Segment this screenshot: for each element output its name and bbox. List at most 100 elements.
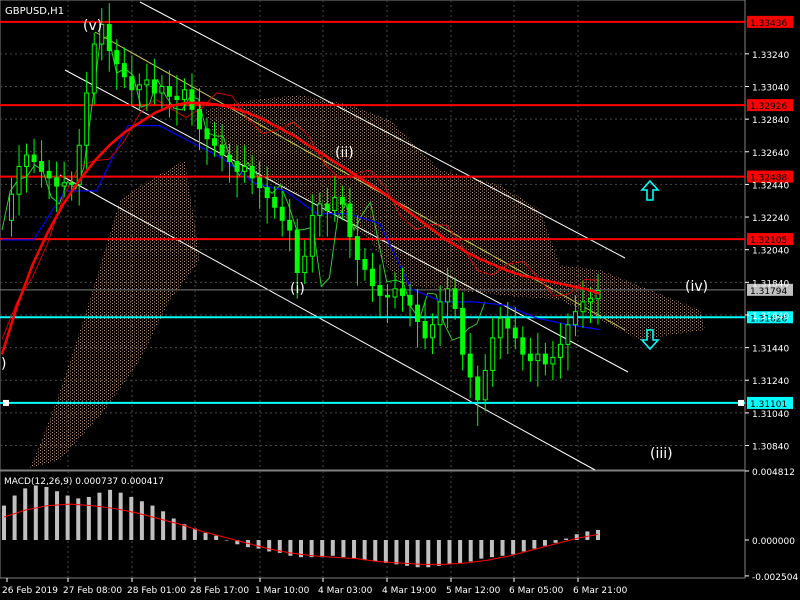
candle-body-65 bbox=[490, 337, 496, 371]
macd-bar-4 bbox=[44, 486, 49, 540]
wave-label-ii: (ii) bbox=[335, 145, 354, 161]
macd-bar-15 bbox=[161, 511, 166, 540]
macd-bar-50 bbox=[532, 539, 537, 549]
price-tick-label-4: 1.32440 bbox=[752, 181, 789, 191]
time-label-9: 6 Mar 21:00 bbox=[573, 586, 628, 596]
candle-body-38 bbox=[287, 219, 293, 231]
macd-bar-32 bbox=[341, 539, 346, 558]
candle-body-61 bbox=[460, 307, 466, 355]
time-label-6: 4 Mar 19:00 bbox=[382, 586, 437, 596]
price-tick-label-9: 1.31440 bbox=[752, 345, 789, 355]
level-label-3: 1.32105 bbox=[750, 236, 787, 246]
macd-bar-24 bbox=[256, 539, 261, 549]
macd-bar-49 bbox=[521, 539, 526, 552]
candle-body-57 bbox=[430, 324, 436, 339]
macd-tick-label-1: 0.000000 bbox=[752, 537, 795, 547]
macd-bar-42 bbox=[447, 539, 452, 565]
macd-bar-13 bbox=[139, 501, 144, 540]
candle-body-56 bbox=[422, 320, 428, 339]
candle-body-45 bbox=[339, 196, 345, 205]
macd-bar-47 bbox=[500, 539, 505, 556]
chart-canvas[interactable]: 1.334361.329261.324881.321051.317941.316… bbox=[0, 0, 800, 600]
candle-body-16 bbox=[121, 63, 127, 78]
time-label-4: 1 Mar 10:00 bbox=[255, 586, 310, 596]
candle-body-77 bbox=[580, 301, 586, 313]
macd-bar-1 bbox=[12, 495, 17, 540]
macd-bar-25 bbox=[267, 539, 272, 552]
macd-bar-40 bbox=[426, 539, 431, 568]
price-tick-label-11: 1.31040 bbox=[752, 410, 789, 420]
macd-bar-45 bbox=[479, 539, 484, 559]
macd-bar-52 bbox=[553, 539, 558, 543]
candle-body-15 bbox=[114, 50, 120, 65]
candle-body-20 bbox=[151, 79, 157, 94]
candle-body-14 bbox=[106, 23, 112, 52]
candle-body-29 bbox=[219, 144, 225, 156]
macd-bar-19 bbox=[203, 532, 208, 540]
candle-body-51 bbox=[384, 294, 390, 298]
price-tick-label-2: 1.32840 bbox=[752, 116, 789, 126]
candle-body-25 bbox=[189, 89, 195, 110]
candle-body-5 bbox=[39, 161, 45, 172]
macd-bar-48 bbox=[511, 539, 516, 555]
candle-body-33 bbox=[249, 165, 255, 179]
candle-body-6 bbox=[46, 170, 52, 179]
time-label-2: 28 Feb 01:00 bbox=[127, 586, 186, 596]
candle-body-32 bbox=[242, 165, 248, 172]
candle-body-76 bbox=[572, 311, 578, 326]
candle-body-62 bbox=[467, 353, 473, 378]
time-label-0: 26 Feb 2019 bbox=[2, 586, 58, 596]
candle-body-19 bbox=[144, 79, 150, 86]
macd-bar-18 bbox=[192, 528, 197, 540]
level-label-6: 1.31101 bbox=[750, 400, 787, 410]
candle-body-8 bbox=[61, 182, 67, 187]
level-label-0: 1.33436 bbox=[750, 19, 787, 29]
level-label-1: 1.32926 bbox=[750, 102, 787, 112]
candle-body-54 bbox=[407, 294, 413, 306]
macd-bar-44 bbox=[468, 539, 473, 562]
macd-bar-35 bbox=[373, 539, 378, 562]
macd-bar-38 bbox=[405, 539, 410, 566]
time-label-5: 4 Mar 03:00 bbox=[318, 586, 373, 596]
candle-body-24 bbox=[181, 89, 187, 101]
candle-body-3 bbox=[24, 154, 30, 167]
macd-tick-label-0: 0.004812 bbox=[752, 468, 795, 478]
candle-body-78 bbox=[587, 298, 593, 303]
price-tick-label-5: 1.32240 bbox=[752, 214, 789, 224]
macd-bar-31 bbox=[330, 539, 335, 556]
candle-body-44 bbox=[332, 196, 338, 212]
candle-body-41 bbox=[309, 214, 315, 257]
candle-body-55 bbox=[415, 304, 421, 322]
macd-bar-21 bbox=[224, 539, 229, 541]
price-tick-label-1: 1.33040 bbox=[752, 83, 789, 93]
candle-body-49 bbox=[369, 268, 375, 287]
candle-body-11 bbox=[84, 92, 90, 146]
macd-bar-46 bbox=[489, 539, 494, 558]
macd-bar-10 bbox=[108, 489, 113, 540]
macd-bar-20 bbox=[214, 535, 219, 540]
time-axis: 26 Feb 2019 27 Feb 08:00 28 Feb 01:00 28 Fe… bbox=[2, 578, 628, 596]
candle-body-17 bbox=[129, 76, 135, 91]
macd-bar-2 bbox=[23, 488, 28, 540]
wave-label-iv: (iv) bbox=[685, 279, 708, 295]
candle-body-63 bbox=[475, 376, 481, 401]
candle-body-50 bbox=[377, 285, 383, 296]
wave-label-i: (i) bbox=[290, 281, 305, 297]
macd-bar-3 bbox=[33, 485, 38, 540]
candle-body-47 bbox=[354, 236, 360, 260]
candle-body-72 bbox=[542, 353, 548, 365]
candle-body-46 bbox=[347, 203, 353, 238]
chart-title: GBPUSD,H1 bbox=[5, 6, 64, 17]
macd-bar-5 bbox=[55, 491, 60, 540]
candle-body-35 bbox=[264, 187, 270, 198]
macd-bar-51 bbox=[542, 539, 547, 546]
candle-body-64 bbox=[482, 369, 488, 401]
candle-body-36 bbox=[272, 196, 278, 208]
candle-body-31 bbox=[234, 161, 240, 172]
candle-body-23 bbox=[174, 95, 180, 101]
candle-body-28 bbox=[212, 138, 218, 146]
candle-body-70 bbox=[527, 353, 533, 362]
candle-body-40 bbox=[302, 255, 308, 274]
candle-body-60 bbox=[452, 288, 458, 309]
price-tick-label-10: 1.31240 bbox=[752, 377, 789, 387]
